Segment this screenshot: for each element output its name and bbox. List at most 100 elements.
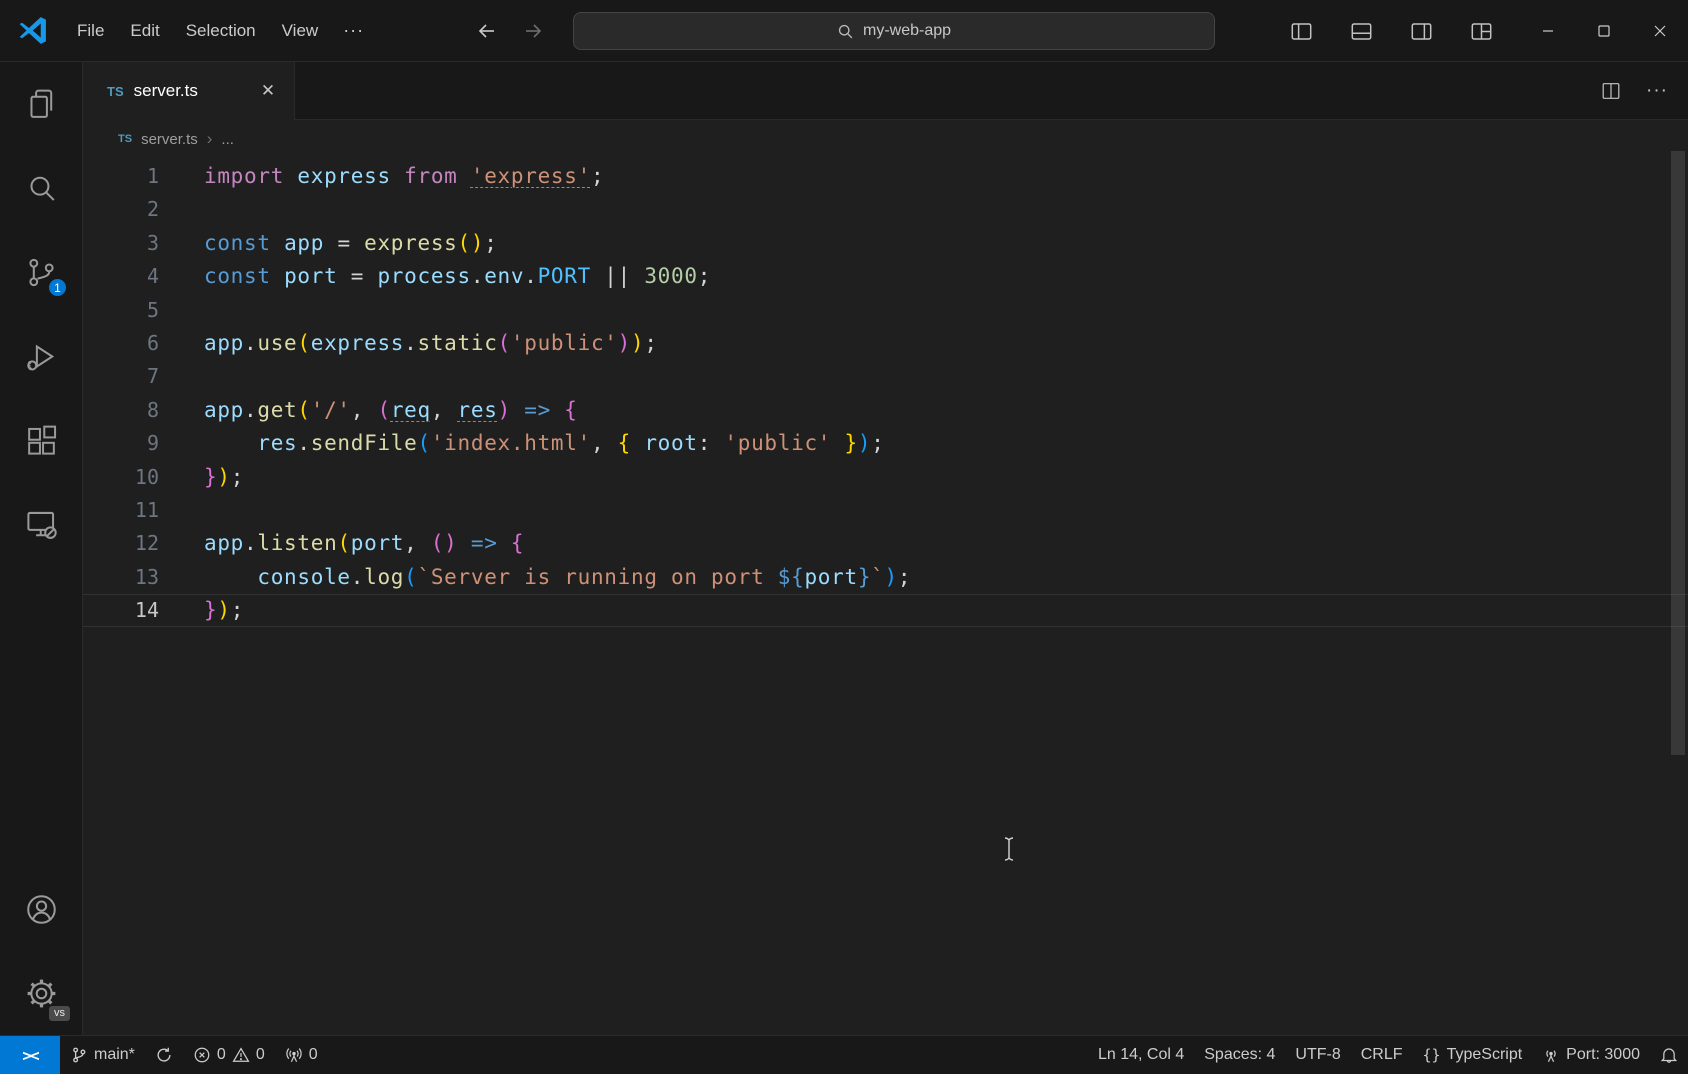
minimize-icon bbox=[1538, 21, 1558, 41]
activity-settings[interactable]: vs bbox=[0, 951, 82, 1035]
line-number[interactable]: 13 bbox=[83, 561, 159, 594]
tab-server-ts[interactable]: TS server.ts ✕ bbox=[83, 62, 295, 120]
toggle-secondary-sidebar-button[interactable] bbox=[1402, 12, 1440, 50]
line-number[interactable]: 8 bbox=[83, 394, 159, 427]
port-forward-text: Port: 3000 bbox=[1566, 1046, 1640, 1064]
vscode-logo-icon bbox=[16, 14, 49, 47]
code-token bbox=[831, 431, 844, 455]
editor-scrollbar[interactable] bbox=[1671, 151, 1685, 755]
line-number[interactable]: 4 bbox=[83, 260, 159, 293]
line-number[interactable]: 3 bbox=[83, 227, 159, 260]
eol-indicator[interactable]: CRLF bbox=[1351, 1036, 1413, 1074]
indentation-text: Spaces: 4 bbox=[1204, 1046, 1275, 1064]
command-center-search[interactable]: my-web-app bbox=[573, 12, 1215, 50]
problems-indicator[interactable]: 0 0 bbox=[183, 1036, 275, 1074]
maximize-button[interactable] bbox=[1576, 0, 1632, 62]
language-text: TypeScript bbox=[1447, 1046, 1523, 1064]
indentation-indicator[interactable]: Spaces: 4 bbox=[1194, 1036, 1285, 1074]
line-number[interactable]: 2 bbox=[83, 193, 159, 226]
git-branch-icon bbox=[70, 1046, 88, 1064]
code-line[interactable]: 9 res.sendFile('index.html', { root: 'pu… bbox=[83, 427, 1688, 460]
line-number[interactable]: 11 bbox=[83, 494, 159, 527]
code-line[interactable]: 14}); bbox=[83, 594, 1688, 627]
activity-explorer[interactable] bbox=[0, 62, 82, 146]
sync-icon bbox=[155, 1046, 173, 1064]
code-token: ; bbox=[231, 465, 244, 489]
minimize-button[interactable] bbox=[1520, 0, 1576, 62]
menu-file[interactable]: File bbox=[64, 14, 117, 48]
activity-run-debug[interactable] bbox=[0, 314, 82, 398]
branch-name: main* bbox=[94, 1046, 135, 1064]
code-line[interactable]: 11 bbox=[83, 494, 1688, 527]
activity-extensions[interactable] bbox=[0, 398, 82, 482]
line-number[interactable]: 6 bbox=[83, 327, 159, 360]
toggle-primary-sidebar-button[interactable] bbox=[1282, 12, 1320, 50]
code-line[interactable]: 4const port = process.env.PORT || 3000; bbox=[83, 260, 1688, 293]
close-icon bbox=[1650, 21, 1670, 41]
remote-indicator[interactable]: >< bbox=[0, 1036, 60, 1074]
code-token: = bbox=[337, 231, 364, 255]
customize-layout-button[interactable] bbox=[1462, 12, 1500, 50]
line-number[interactable]: 14 bbox=[83, 594, 159, 627]
split-editor-button[interactable] bbox=[1592, 72, 1630, 110]
source-control-badge: 1 bbox=[47, 277, 68, 298]
activity-source-control[interactable]: 1 bbox=[0, 230, 82, 314]
line-number[interactable]: 9 bbox=[83, 427, 159, 460]
layout-controls bbox=[1282, 0, 1500, 62]
menu-edit[interactable]: Edit bbox=[117, 14, 172, 48]
menu-view[interactable]: View bbox=[269, 14, 332, 48]
code-token: res bbox=[257, 431, 297, 455]
notifications-button[interactable] bbox=[1650, 1036, 1688, 1074]
code-line[interactable]: 2 bbox=[83, 193, 1688, 226]
code-token: ; bbox=[231, 598, 244, 622]
line-number[interactable]: 12 bbox=[83, 527, 159, 560]
toggle-panel-button[interactable] bbox=[1342, 12, 1380, 50]
activity-search[interactable] bbox=[0, 146, 82, 230]
code-line[interactable]: 3 const app = express(); bbox=[83, 227, 1688, 260]
encoding-indicator[interactable]: UTF-8 bbox=[1285, 1036, 1350, 1074]
code-token: env bbox=[484, 264, 524, 288]
language-mode-indicator[interactable]: {} TypeScript bbox=[1413, 1036, 1533, 1074]
breadcrumb-file[interactable]: server.ts bbox=[141, 131, 198, 148]
ports-indicator[interactable]: 0 bbox=[275, 1036, 328, 1074]
activity-remote-explorer[interactable] bbox=[0, 482, 82, 566]
code-line[interactable]: 10}); bbox=[83, 461, 1688, 494]
code-editor[interactable]: 1import express from 'express';23 const a… bbox=[0, 158, 1688, 1035]
code-token: PORT bbox=[538, 264, 591, 288]
cursor-position[interactable]: Ln 14, Col 4 bbox=[1088, 1036, 1194, 1074]
breadcrumb-symbol-ellipsis[interactable]: ... bbox=[221, 131, 234, 148]
tab-close-button[interactable]: ✕ bbox=[254, 77, 282, 105]
code-token: sendFile bbox=[311, 431, 418, 455]
code-token: console bbox=[257, 565, 350, 589]
sidebar-right-icon bbox=[1410, 20, 1433, 43]
code-token: static bbox=[418, 331, 498, 355]
sidebar-left-icon bbox=[1290, 20, 1313, 43]
sync-changes-button[interactable] bbox=[145, 1036, 183, 1074]
code-line[interactable]: 7 bbox=[83, 360, 1688, 393]
code-text: const app = express(); bbox=[204, 227, 498, 260]
line-number[interactable]: 5 bbox=[83, 294, 159, 327]
code-line[interactable]: 13 console.log(`Server is running on por… bbox=[83, 561, 1688, 594]
code-token: ) bbox=[885, 565, 898, 589]
activity-accounts[interactable] bbox=[0, 867, 82, 951]
code-token: app bbox=[204, 331, 244, 355]
code-token: , bbox=[404, 531, 431, 555]
editor-more-actions-button[interactable]: ··· bbox=[1646, 80, 1668, 102]
code-line[interactable]: 6app.use(express.static('public')); bbox=[83, 327, 1688, 360]
line-number[interactable]: 7 bbox=[83, 360, 159, 393]
close-window-button[interactable] bbox=[1632, 0, 1688, 62]
back-button[interactable] bbox=[468, 12, 506, 50]
code-line[interactable]: 5 bbox=[83, 294, 1688, 327]
line-number[interactable]: 1 bbox=[83, 160, 159, 193]
code-token: ; bbox=[591, 164, 604, 188]
port-forward-indicator[interactable]: Port: 3000 bbox=[1532, 1036, 1650, 1074]
code-line[interactable]: 8app.get('/', (req, res) => { bbox=[83, 394, 1688, 427]
code-line[interactable]: 12app.listen(port, () => { bbox=[83, 527, 1688, 560]
forward-button[interactable] bbox=[514, 12, 552, 50]
branch-indicator[interactable]: main* bbox=[60, 1036, 145, 1074]
menu-overflow-button[interactable]: ··· bbox=[331, 20, 376, 41]
code-line[interactable]: 1import express from 'express'; bbox=[83, 160, 1688, 193]
menu-selection[interactable]: Selection bbox=[173, 14, 269, 48]
line-number[interactable]: 10 bbox=[83, 461, 159, 494]
code-token: } bbox=[204, 465, 217, 489]
